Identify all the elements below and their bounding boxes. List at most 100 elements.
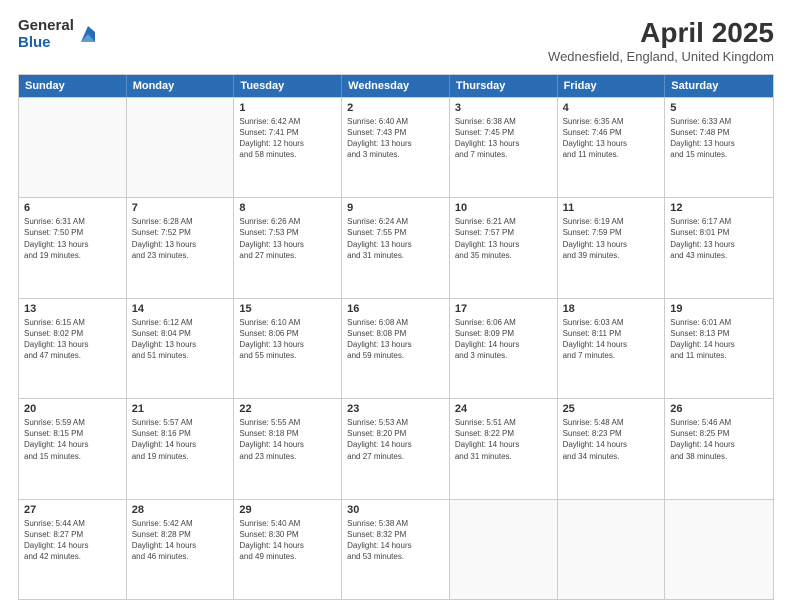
day-details: Sunrise: 5:44 AM Sunset: 8:27 PM Dayligh… bbox=[24, 518, 121, 563]
day-cell-21: 21 Sunrise: 5:57 AM Sunset: 8:16 PM Dayli… bbox=[127, 399, 235, 498]
day-number: 12 bbox=[670, 202, 768, 214]
day-details: Sunrise: 6:17 AM Sunset: 8:01 PM Dayligh… bbox=[670, 216, 768, 261]
day-cell-27: 27 Sunrise: 5:44 AM Sunset: 8:27 PM Dayli… bbox=[19, 500, 127, 599]
col-header-friday: Friday bbox=[558, 75, 666, 97]
day-cell-23: 23 Sunrise: 5:53 AM Sunset: 8:20 PM Dayli… bbox=[342, 399, 450, 498]
empty-cell bbox=[665, 500, 773, 599]
day-number: 23 bbox=[347, 403, 444, 415]
day-number: 25 bbox=[563, 403, 660, 415]
day-cell-16: 16 Sunrise: 6:08 AM Sunset: 8:08 PM Dayli… bbox=[342, 299, 450, 398]
day-number: 27 bbox=[24, 504, 121, 516]
day-number: 7 bbox=[132, 202, 229, 214]
logo-blue-text: Blue bbox=[18, 35, 74, 52]
day-details: Sunrise: 5:38 AM Sunset: 8:32 PM Dayligh… bbox=[347, 518, 444, 563]
day-number: 14 bbox=[132, 303, 229, 315]
day-number: 17 bbox=[455, 303, 552, 315]
page: General Blue April 2025 Wednesfield, Eng… bbox=[0, 0, 792, 612]
day-details: Sunrise: 6:26 AM Sunset: 7:53 PM Dayligh… bbox=[239, 216, 336, 261]
day-cell-26: 26 Sunrise: 5:46 AM Sunset: 8:25 PM Dayli… bbox=[665, 399, 773, 498]
day-cell-28: 28Sunrise: 5:42 AM Sunset: 8:28 PM Dayli… bbox=[127, 500, 235, 599]
day-number: 15 bbox=[239, 303, 336, 315]
day-number: 19 bbox=[670, 303, 768, 315]
day-details: Sunrise: 6:21 AM Sunset: 7:57 PM Dayligh… bbox=[455, 216, 552, 261]
empty-cell bbox=[19, 98, 127, 197]
logo-icon bbox=[77, 24, 99, 46]
day-cell-18: 18 Sunrise: 6:03 AM Sunset: 8:11 PM Dayli… bbox=[558, 299, 666, 398]
day-details: Sunrise: 6:33 AM Sunset: 7:48 PM Dayligh… bbox=[670, 116, 768, 161]
header: General Blue April 2025 Wednesfield, Eng… bbox=[18, 18, 774, 64]
day-cell-19: 19 Sunrise: 6:01 AM Sunset: 8:13 PM Dayli… bbox=[665, 299, 773, 398]
day-cell-22: 22 Sunrise: 5:55 AM Sunset: 8:18 PM Dayli… bbox=[234, 399, 342, 498]
calendar-row-1: 6Sunrise: 6:31 AM Sunset: 7:50 PM Daylig… bbox=[19, 197, 773, 297]
empty-cell bbox=[127, 98, 235, 197]
day-details: Sunrise: 6:28 AM Sunset: 7:52 PM Dayligh… bbox=[132, 216, 229, 261]
day-number: 21 bbox=[132, 403, 229, 415]
day-details: Sunrise: 6:03 AM Sunset: 8:11 PM Dayligh… bbox=[563, 317, 660, 362]
col-header-sunday: Sunday bbox=[19, 75, 127, 97]
day-number: 4 bbox=[563, 102, 660, 114]
day-number: 13 bbox=[24, 303, 121, 315]
logo: General Blue bbox=[18, 18, 99, 51]
day-cell-29: 29Sunrise: 5:40 AM Sunset: 8:30 PM Dayli… bbox=[234, 500, 342, 599]
empty-cell bbox=[558, 500, 666, 599]
day-details: Sunrise: 6:12 AM Sunset: 8:04 PM Dayligh… bbox=[132, 317, 229, 362]
day-cell-14: 14 Sunrise: 6:12 AM Sunset: 8:04 PM Dayli… bbox=[127, 299, 235, 398]
day-details: Sunrise: 5:40 AM Sunset: 8:30 PM Dayligh… bbox=[239, 518, 336, 563]
day-details: Sunrise: 6:06 AM Sunset: 8:09 PM Dayligh… bbox=[455, 317, 552, 362]
day-number: 18 bbox=[563, 303, 660, 315]
day-details: Sunrise: 6:42 AM Sunset: 7:41 PM Dayligh… bbox=[239, 116, 336, 161]
day-details: Sunrise: 5:46 AM Sunset: 8:25 PM Dayligh… bbox=[670, 417, 768, 462]
day-cell-1: 1Sunrise: 6:42 AM Sunset: 7:41 PM Daylig… bbox=[234, 98, 342, 197]
day-cell-20: 20 Sunrise: 5:59 AM Sunset: 8:15 PM Dayli… bbox=[19, 399, 127, 498]
day-number: 22 bbox=[239, 403, 336, 415]
calendar-header-row: SundayMondayTuesdayWednesdayThursdayFrid… bbox=[19, 75, 773, 97]
day-cell-25: 25 Sunrise: 5:48 AM Sunset: 8:23 PM Dayli… bbox=[558, 399, 666, 498]
day-number: 16 bbox=[347, 303, 444, 315]
day-details: Sunrise: 6:24 AM Sunset: 7:55 PM Dayligh… bbox=[347, 216, 444, 261]
col-header-wednesday: Wednesday bbox=[342, 75, 450, 97]
day-details: Sunrise: 6:08 AM Sunset: 8:08 PM Dayligh… bbox=[347, 317, 444, 362]
day-cell-6: 6Sunrise: 6:31 AM Sunset: 7:50 PM Daylig… bbox=[19, 198, 127, 297]
calendar-row-0: 1Sunrise: 6:42 AM Sunset: 7:41 PM Daylig… bbox=[19, 97, 773, 197]
day-number: 30 bbox=[347, 504, 444, 516]
day-details: Sunrise: 6:10 AM Sunset: 8:06 PM Dayligh… bbox=[239, 317, 336, 362]
day-cell-2: 2Sunrise: 6:40 AM Sunset: 7:43 PM Daylig… bbox=[342, 98, 450, 197]
day-details: Sunrise: 5:55 AM Sunset: 8:18 PM Dayligh… bbox=[239, 417, 336, 462]
col-header-saturday: Saturday bbox=[665, 75, 773, 97]
day-number: 5 bbox=[670, 102, 768, 114]
day-cell-5: 5 Sunrise: 6:33 AM Sunset: 7:48 PM Daylig… bbox=[665, 98, 773, 197]
day-details: Sunrise: 5:57 AM Sunset: 8:16 PM Dayligh… bbox=[132, 417, 229, 462]
location-text: Wednesfield, England, United Kingdom bbox=[548, 49, 774, 64]
day-details: Sunrise: 6:01 AM Sunset: 8:13 PM Dayligh… bbox=[670, 317, 768, 362]
day-details: Sunrise: 6:38 AM Sunset: 7:45 PM Dayligh… bbox=[455, 116, 552, 161]
day-number: 11 bbox=[563, 202, 660, 214]
logo-general-text: General bbox=[18, 18, 74, 35]
day-number: 26 bbox=[670, 403, 768, 415]
calendar-body: 1Sunrise: 6:42 AM Sunset: 7:41 PM Daylig… bbox=[19, 97, 773, 599]
day-cell-12: 12 Sunrise: 6:17 AM Sunset: 8:01 PM Dayli… bbox=[665, 198, 773, 297]
day-details: Sunrise: 5:59 AM Sunset: 8:15 PM Dayligh… bbox=[24, 417, 121, 462]
month-year-title: April 2025 bbox=[548, 18, 774, 49]
day-details: Sunrise: 5:53 AM Sunset: 8:20 PM Dayligh… bbox=[347, 417, 444, 462]
calendar-row-4: 27 Sunrise: 5:44 AM Sunset: 8:27 PM Dayli… bbox=[19, 499, 773, 599]
calendar-row-3: 20 Sunrise: 5:59 AM Sunset: 8:15 PM Dayli… bbox=[19, 398, 773, 498]
day-number: 9 bbox=[347, 202, 444, 214]
day-number: 20 bbox=[24, 403, 121, 415]
day-details: Sunrise: 5:42 AM Sunset: 8:28 PM Dayligh… bbox=[132, 518, 229, 563]
day-cell-10: 10 Sunrise: 6:21 AM Sunset: 7:57 PM Dayli… bbox=[450, 198, 558, 297]
day-cell-9: 9 Sunrise: 6:24 AM Sunset: 7:55 PM Daylig… bbox=[342, 198, 450, 297]
title-block: April 2025 Wednesfield, England, United … bbox=[548, 18, 774, 64]
day-number: 24 bbox=[455, 403, 552, 415]
day-cell-11: 11Sunrise: 6:19 AM Sunset: 7:59 PM Dayli… bbox=[558, 198, 666, 297]
day-number: 2 bbox=[347, 102, 444, 114]
day-cell-4: 4 Sunrise: 6:35 AM Sunset: 7:46 PM Daylig… bbox=[558, 98, 666, 197]
day-details: Sunrise: 6:35 AM Sunset: 7:46 PM Dayligh… bbox=[563, 116, 660, 161]
calendar-row-2: 13Sunrise: 6:15 AM Sunset: 8:02 PM Dayli… bbox=[19, 298, 773, 398]
col-header-tuesday: Tuesday bbox=[234, 75, 342, 97]
col-header-monday: Monday bbox=[127, 75, 235, 97]
day-number: 8 bbox=[239, 202, 336, 214]
col-header-thursday: Thursday bbox=[450, 75, 558, 97]
day-details: Sunrise: 5:48 AM Sunset: 8:23 PM Dayligh… bbox=[563, 417, 660, 462]
day-number: 10 bbox=[455, 202, 552, 214]
day-cell-13: 13Sunrise: 6:15 AM Sunset: 8:02 PM Dayli… bbox=[19, 299, 127, 398]
